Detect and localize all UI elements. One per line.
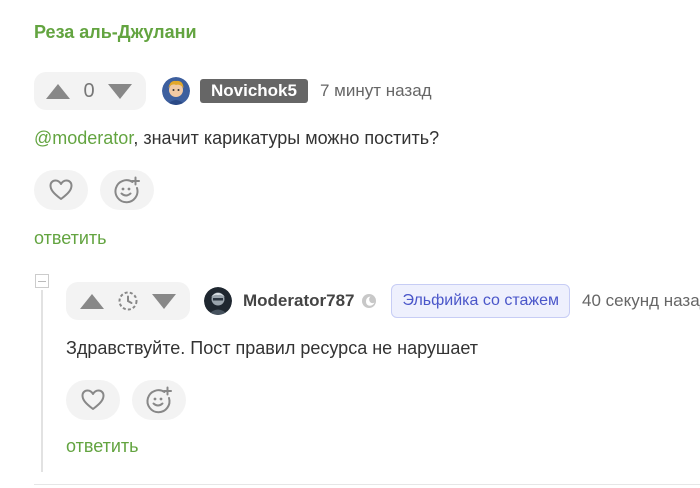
comment-text: Здравствуйте. Пост правил ресурса не нар… [66, 338, 479, 358]
downvote-icon[interactable] [152, 293, 176, 309]
reaction-button[interactable] [100, 170, 154, 210]
divider [34, 484, 700, 485]
female-icon [361, 293, 377, 309]
post-author-link[interactable]: Реза аль-Джулани [34, 22, 197, 43]
clock-icon [104, 290, 152, 312]
like-button[interactable] [66, 380, 120, 420]
role-badge: Эльфийка со стажем [391, 284, 571, 318]
like-button[interactable] [34, 170, 88, 210]
upvote-icon[interactable] [46, 83, 70, 99]
comment-meta: Moderator787 Эльфийка со стажем 40 секун… [204, 284, 700, 318]
comment-text: @moderator, значит карикатуры можно пост… [34, 128, 439, 149]
rating-count: 0 [83, 79, 95, 102]
smiley-plus-icon [114, 176, 140, 204]
upvote-icon[interactable] [80, 293, 104, 309]
username-link[interactable]: Moderator787 [243, 291, 354, 311]
avatar[interactable] [204, 287, 232, 315]
reaction-button[interactable] [132, 380, 186, 420]
comment-rating-box [66, 282, 190, 320]
heart-icon [81, 389, 105, 410]
reply-link[interactable]: ответить [66, 436, 139, 457]
comment-text-body: , значит карикатуры можно постить? [133, 128, 440, 148]
comment-timestamp[interactable]: 7 минут назад [320, 81, 432, 101]
avatar[interactable] [162, 77, 190, 105]
username-link[interactable]: Novichok5 [200, 79, 308, 103]
heart-icon [49, 179, 73, 200]
thread-line[interactable] [41, 290, 43, 472]
smiley-plus-icon [146, 386, 172, 414]
comment-rating-box: 0 [34, 72, 146, 110]
mention-link[interactable]: @moderator [34, 128, 133, 148]
collapse-thread-button[interactable] [35, 274, 49, 288]
comment-timestamp[interactable]: 40 секунд назад [582, 291, 700, 311]
reply-link[interactable]: ответить [34, 228, 107, 249]
comment-meta: Novichok5 7 минут назад [162, 77, 432, 105]
downvote-icon[interactable] [108, 83, 132, 99]
